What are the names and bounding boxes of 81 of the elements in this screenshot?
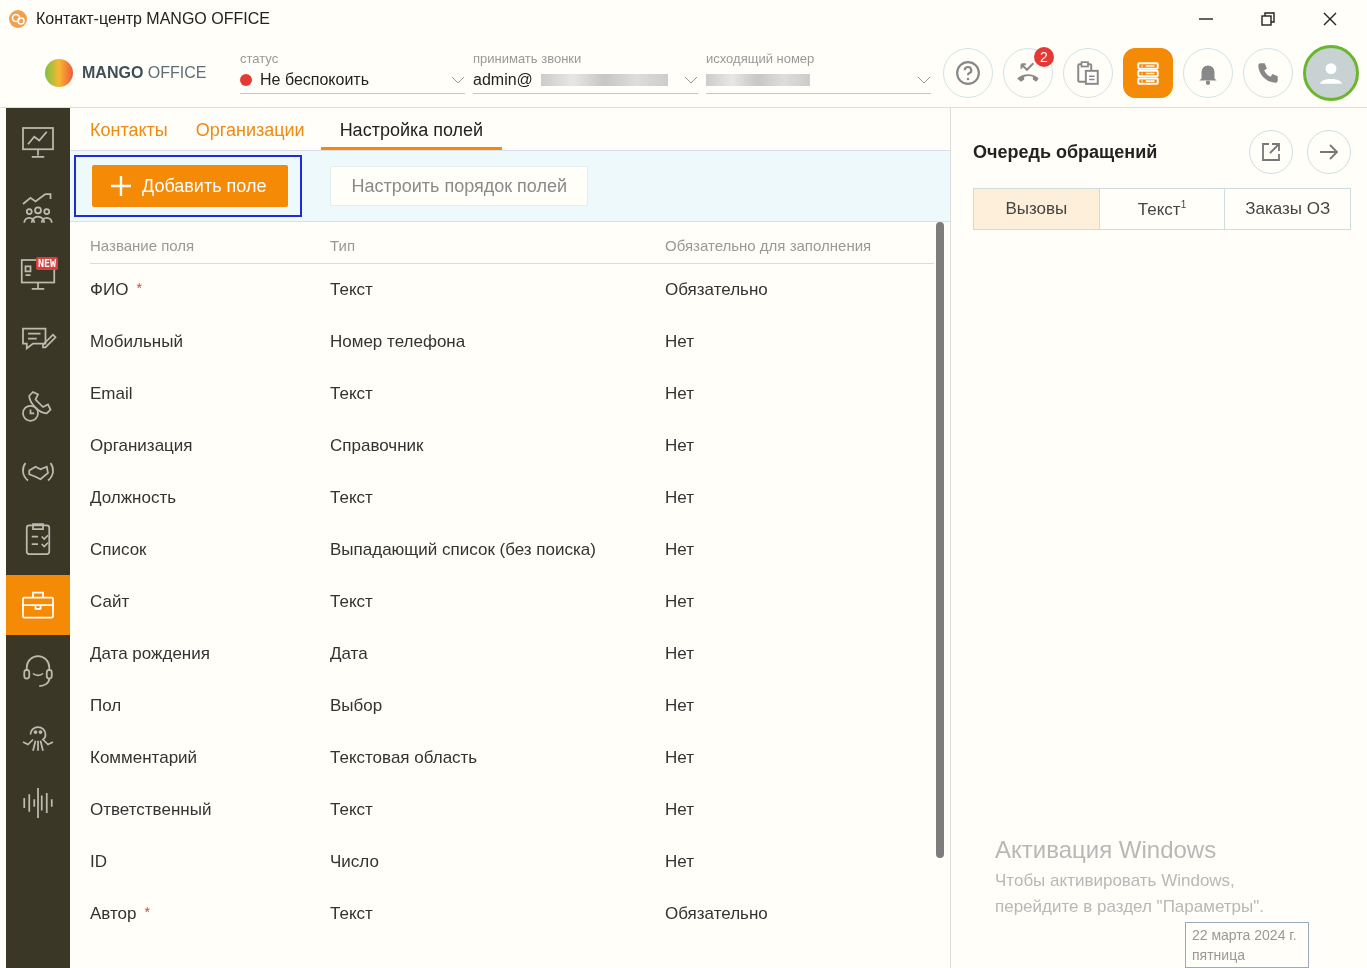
date-tooltip: 22 марта 2024 г. пятница <box>1185 922 1309 968</box>
chevron-down-icon <box>917 75 931 85</box>
field-required: Нет <box>665 540 694 560</box>
activation-title: Активация Windows <box>995 836 1218 864</box>
field-type: Текст <box>330 904 374 924</box>
field-name: Мобильный <box>90 332 183 352</box>
receive-calls-dropdown[interactable]: admin@ <box>473 67 698 94</box>
field-required: Нет <box>665 332 694 352</box>
close-icon <box>1322 11 1338 27</box>
column-header: Тип <box>330 237 356 254</box>
panel-title: Очередь обращений <box>973 141 1159 163</box>
restore-icon <box>1260 11 1276 27</box>
field-name: Должность <box>90 488 177 508</box>
field-required: Нет <box>665 592 694 612</box>
app-logo-icon <box>8 9 28 29</box>
mango-logo-icon <box>44 57 74 88</box>
notification-badge: 2 <box>1034 46 1054 67</box>
tab-counter: 1 <box>1180 198 1187 210</box>
field-name: Дата рождения <box>90 644 210 664</box>
queue-icon <box>1135 59 1161 86</box>
column-header: Обязательно для заполнения <box>665 237 872 254</box>
field-type: Текст <box>330 488 374 508</box>
field-name: Сайт <box>90 592 130 612</box>
field-type: Справочник <box>330 436 425 456</box>
field-required: Нет <box>665 800 694 820</box>
queue-tab[interactable]: Вызовы <box>974 189 1099 229</box>
missed-calls-button[interactable]: 2 <box>1003 47 1053 98</box>
field-label: принимать звонки <box>473 51 583 67</box>
chevron-down-icon <box>451 75 465 85</box>
field-name: Ответственный <box>90 800 212 820</box>
field-required: Нет <box>665 852 694 872</box>
field-label: статус <box>240 51 280 67</box>
clipboard-button[interactable] <box>1063 47 1113 98</box>
scrollbar[interactable] <box>936 222 944 858</box>
field-name: Комментарий <box>90 748 198 768</box>
field-required: Нет <box>665 696 694 716</box>
field-required: Нет <box>665 644 694 664</box>
field-name: ID <box>90 852 107 872</box>
field-name: Организация <box>90 436 193 456</box>
field-type: Число <box>330 852 380 872</box>
field-required: Нет <box>665 488 694 508</box>
field-required: Нет <box>665 748 694 768</box>
field-name: Пол <box>90 696 122 716</box>
field-type: Дата <box>330 644 369 664</box>
help-button[interactable] <box>943 47 993 98</box>
status-dropdown[interactable]: Не беспокоить <box>240 67 465 94</box>
user-avatar[interactable] <box>1303 44 1359 101</box>
column-header: Название поля <box>90 237 196 254</box>
clipboard-icon <box>1075 59 1101 86</box>
window-title: Контакт-центр MANGO OFFICE <box>36 10 271 28</box>
field-required: Нет <box>665 384 694 404</box>
field-required: Нет <box>665 436 694 456</box>
activation-text: Чтобы активировать Windows, перейдите в раздел "Параметры". <box>995 870 1265 918</box>
external-link-icon <box>1260 141 1282 163</box>
new-badge: NEW <box>36 257 59 270</box>
field-type: Текст <box>330 800 374 820</box>
field-type: Выпадающий список (без поиска) <box>330 540 597 560</box>
field-type: Текст <box>330 384 374 404</box>
brand-name: MANGO OFFICE <box>82 63 207 82</box>
notifications-button[interactable] <box>1183 47 1233 98</box>
field-name: Список <box>90 540 147 560</box>
phone-button[interactable] <box>1243 47 1293 98</box>
field-type: Выбор <box>330 696 384 716</box>
field-required: Обязательно <box>665 904 768 924</box>
field-type: Текст <box>330 592 374 612</box>
field-label: исходящий номер <box>706 51 816 67</box>
field-type: Текст <box>330 280 374 300</box>
queue-button[interactable] <box>1123 47 1173 98</box>
field-name: Email <box>90 384 133 404</box>
sidebar-item[interactable]: NEW <box>6 245 70 305</box>
field-name: Автор <box>90 904 137 924</box>
required-mark: * <box>144 904 150 920</box>
minimize-icon <box>1199 18 1213 20</box>
field-required: Обязательно <box>665 280 768 300</box>
plus-icon <box>110 175 132 197</box>
field-name: ФИО <box>90 280 129 300</box>
help-icon <box>955 59 981 86</box>
field-type: Текстовая область <box>330 748 479 768</box>
required-mark: * <box>136 280 142 296</box>
chevron-down-icon <box>684 75 698 85</box>
field-type: Номер телефона <box>330 332 467 352</box>
